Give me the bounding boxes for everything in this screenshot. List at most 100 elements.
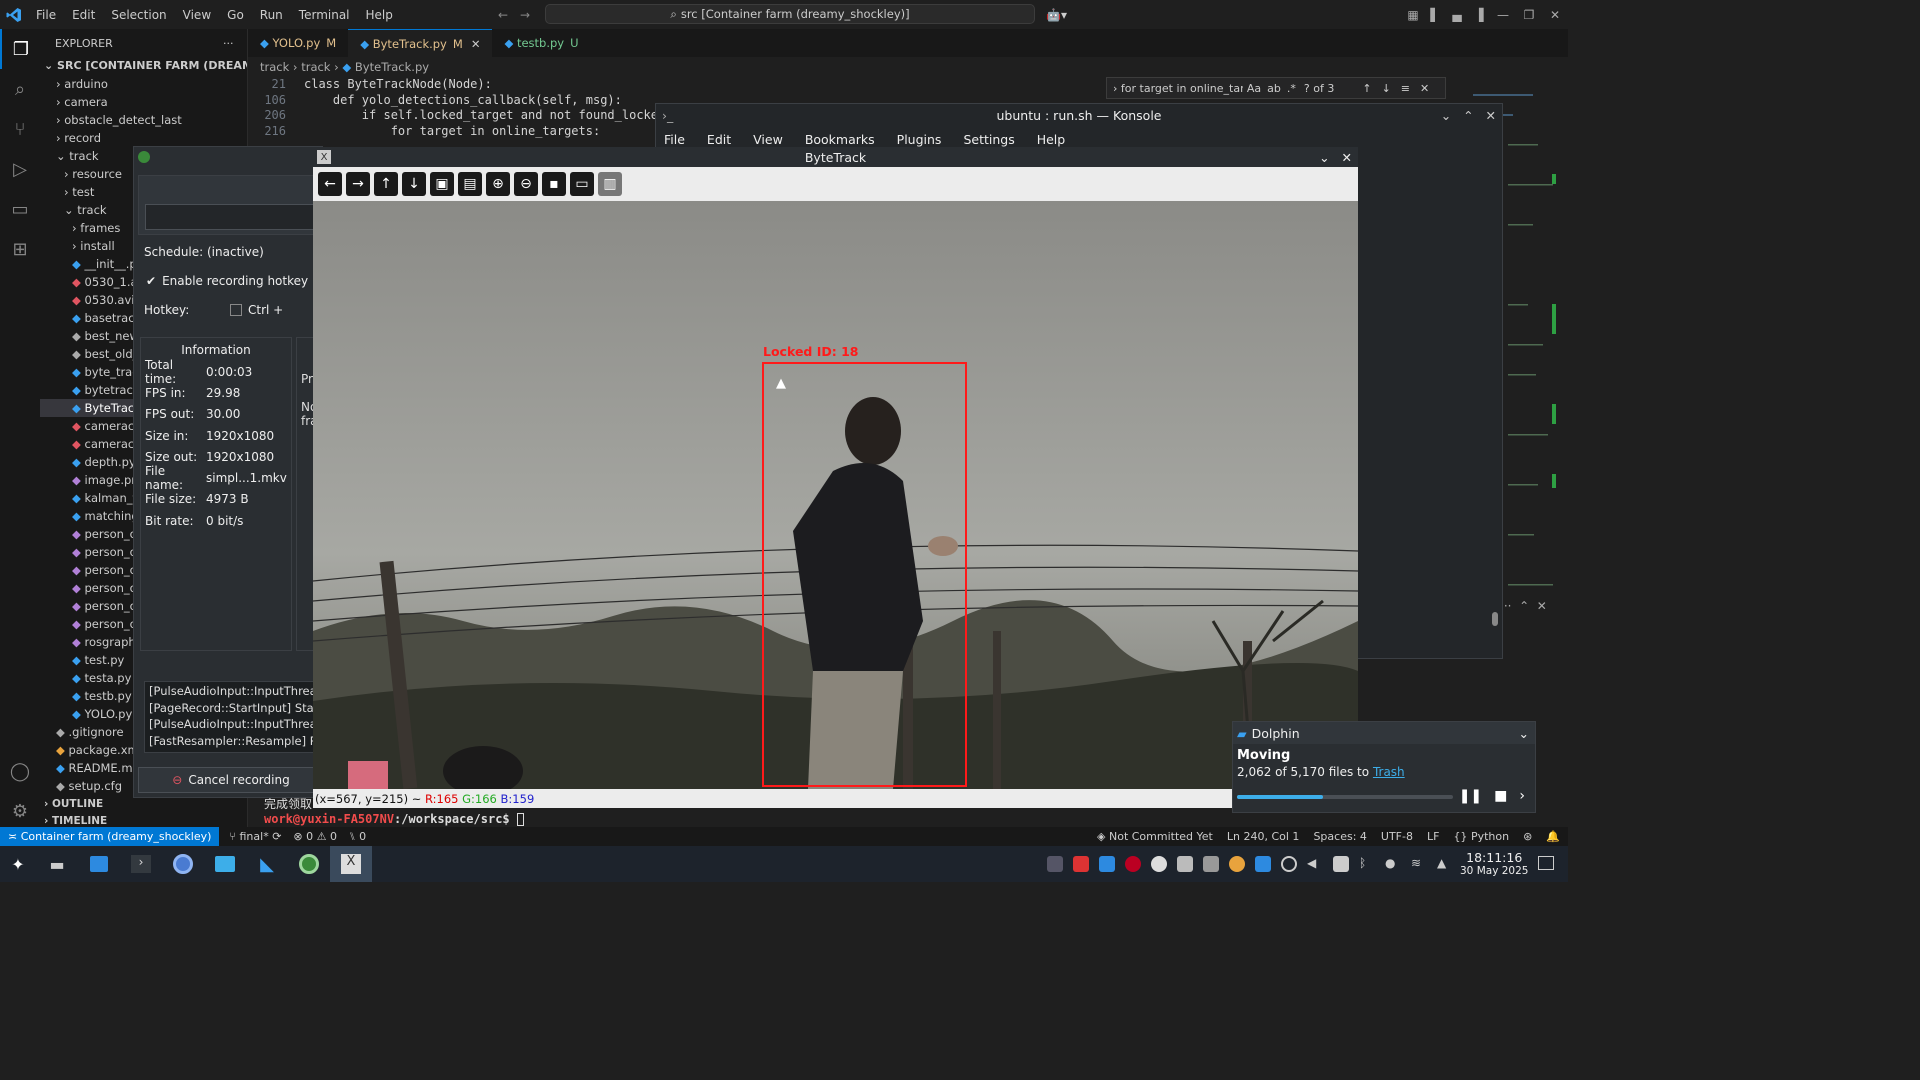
ports-item[interactable]: ⑊ 0 <box>349 830 366 843</box>
editor-tab[interactable]: ◆ YOLO.py M <box>248 29 348 57</box>
tray-update-icon[interactable] <box>1151 856 1167 872</box>
breadcrumb-item[interactable]: ByteTrack.py <box>355 60 429 74</box>
layout-customize-icon[interactable]: ▦ <box>1402 8 1424 22</box>
volume-icon[interactable]: ◀ <box>1307 856 1323 872</box>
clock[interactable]: 18:11:16 30 May 2025 <box>1460 850 1528 877</box>
task-switcher-icon[interactable]: ▬ <box>36 855 78 874</box>
tray-todesk-icon[interactable] <box>1099 856 1115 872</box>
notifications-bell-icon[interactable]: 🔔 <box>1546 830 1560 843</box>
expand-tray-icon[interactable]: ▲ <box>1437 856 1453 872</box>
screenrecorder-task-icon[interactable] <box>288 854 330 874</box>
more-actions-icon[interactable]: ··· <box>223 37 234 50</box>
chromium-task-icon[interactable] <box>162 854 204 874</box>
tree-folder[interactable]: › obstacle_detect_last <box>40 111 247 129</box>
close-icon[interactable]: ✕ <box>1342 150 1352 165</box>
konsole-menu-bookmarks[interactable]: Bookmarks <box>805 132 875 147</box>
remote-explorer-icon[interactable]: ▭ <box>0 189 40 229</box>
toggle-sidebar-icon[interactable]: ▌ <box>1424 8 1446 22</box>
tray-record-icon[interactable] <box>1125 856 1141 872</box>
konsole-menu-plugins[interactable]: Plugins <box>897 132 942 147</box>
tree-folder[interactable]: › arduino <box>40 75 247 93</box>
arrow-up-icon[interactable]: ↑ <box>1362 82 1371 95</box>
editor-tab[interactable]: ◆ ByteTrack.py M ✕ <box>348 29 493 57</box>
close-icon[interactable]: ✕ <box>1420 82 1429 95</box>
settings-gear-icon[interactable]: ⚙ <box>0 791 40 831</box>
arrow-right-icon[interactable]: → <box>346 172 370 196</box>
branch-item[interactable]: ⑂ final* ⟳ <box>229 830 281 843</box>
enable-hotkey-checkbox[interactable]: ✔ Enable recording hotkey <box>146 274 308 288</box>
menu-selection[interactable]: Selection <box>103 8 174 22</box>
camera-frame[interactable]: Locked ID: 18 ▲ <box>313 201 1358 789</box>
workspace-root[interactable]: ⌄ SRC [CONTAINER FARM (DREAMY_SHOCK... <box>40 57 247 75</box>
minimize-icon[interactable]: ⌄ <box>1441 108 1451 123</box>
konsole-scrollbar[interactable] <box>1492 612 1498 626</box>
end-of-line[interactable]: LF <box>1427 830 1439 843</box>
menu-view[interactable]: View <box>175 8 219 22</box>
store-icon[interactable] <box>78 856 120 872</box>
menu-help[interactable]: Help <box>358 8 401 22</box>
tray-clipboard-icon[interactable] <box>1177 856 1193 872</box>
minimize-icon[interactable]: — <box>1490 8 1516 22</box>
konsole-menu-view[interactable]: View <box>753 132 783 147</box>
stop-icon[interactable]: ■ <box>1494 788 1507 804</box>
arrow-down-icon[interactable]: ↓ <box>1382 82 1391 95</box>
editor-tab[interactable]: ◆ testb.py U <box>492 29 590 57</box>
konsole-menu-file[interactable]: File <box>664 132 685 147</box>
ctrl-checkbox[interactable] <box>230 304 242 316</box>
close-icon[interactable]: ✕ <box>1542 8 1568 22</box>
menu-run[interactable]: Run <box>252 8 291 22</box>
tree-folder[interactable]: › record <box>40 129 247 147</box>
problems-item[interactable]: ⊗ 0 ⚠ 0 <box>293 830 337 843</box>
wifi-icon[interactable]: ≋ <box>1411 856 1427 872</box>
dolphin-task-icon[interactable] <box>204 856 246 872</box>
menu-terminal[interactable]: Terminal <box>291 8 358 22</box>
copilot-status-icon[interactable]: ⊛ <box>1523 830 1532 843</box>
chevron-right-icon[interactable]: › <box>1113 82 1121 95</box>
command-center-search[interactable]: ⌕ src [Container farm (dreamy_shockley)] <box>545 4 1035 24</box>
konsole-menu-help[interactable]: Help <box>1037 132 1066 147</box>
arrow-down-icon[interactable]: ↓ <box>402 172 426 196</box>
microphone-icon[interactable]: ● <box>1385 856 1401 872</box>
maximize-panel-icon[interactable]: ⌃ <box>1519 599 1529 613</box>
account-icon[interactable]: ◯ <box>0 751 40 791</box>
chevron-right-icon[interactable]: › <box>1519 788 1525 804</box>
vscode-task-icon[interactable]: ◣ <box>246 854 288 875</box>
breadcrumb-item[interactable]: track <box>260 60 289 74</box>
back-arrow-icon[interactable]: ← <box>498 8 508 22</box>
close-icon[interactable]: ✕ <box>1486 108 1496 123</box>
pause-icon[interactable]: ❚❚ <box>1459 788 1482 804</box>
tray-anydesk-icon[interactable] <box>1073 856 1089 872</box>
properties-icon[interactable]: ▥ <box>598 172 622 196</box>
arrow-left-icon[interactable]: ← <box>318 172 342 196</box>
maximize-icon[interactable]: ❐ <box>1516 8 1542 22</box>
outline-section[interactable]: › OUTLINE <box>40 795 103 813</box>
recorder-field[interactable] <box>145 204 321 230</box>
source-control-icon[interactable]: ⑂ <box>0 109 40 149</box>
find-in-selection-icon[interactable]: ≡ <box>1401 82 1410 95</box>
close-panel-icon[interactable]: ✕ <box>1537 599 1547 613</box>
tray-notes-icon[interactable] <box>1229 856 1245 872</box>
toggle-panel-icon[interactable]: ▄ <box>1446 8 1468 22</box>
indentation[interactable]: Spaces: 4 <box>1313 830 1366 843</box>
encoding[interactable]: UTF-8 <box>1381 830 1413 843</box>
chevron-down-icon[interactable]: ⌄ <box>1519 726 1529 741</box>
explorer-icon[interactable]: ❐ <box>0 29 40 69</box>
toggle-secondary-sidebar-icon[interactable]: ▐ <box>1468 8 1490 22</box>
terminal-prompt[interactable]: work@yuxin-FA507NV:/workspace/src$ <box>264 812 524 826</box>
find-input[interactable]: for target in online_targg <box>1121 82 1243 95</box>
minimize-icon[interactable]: ⌄ <box>1319 150 1329 165</box>
clipboard-icon[interactable]: ▭ <box>570 172 594 196</box>
konsole-menu-edit[interactable]: Edit <box>707 132 731 147</box>
maximize-icon[interactable]: ⌃ <box>1463 108 1473 123</box>
show-desktop-icon[interactable] <box>1538 856 1554 870</box>
breadcrumb-item[interactable]: track <box>301 60 330 74</box>
tray-keyboard-icon[interactable] <box>1203 856 1219 872</box>
regex-icon[interactable]: .* <box>1287 82 1296 95</box>
tray-app-icon[interactable] <box>1047 856 1063 872</box>
search-icon[interactable]: ⌕ <box>0 69 40 109</box>
zoom-out-icon[interactable]: ⊖ <box>514 172 538 196</box>
language-mode[interactable]: {} Python <box>1453 830 1509 843</box>
x-task-icon[interactable]: X <box>330 846 372 882</box>
extensions-icon[interactable]: ⊞ <box>0 229 40 269</box>
tree-folder[interactable]: › camera <box>40 93 247 111</box>
